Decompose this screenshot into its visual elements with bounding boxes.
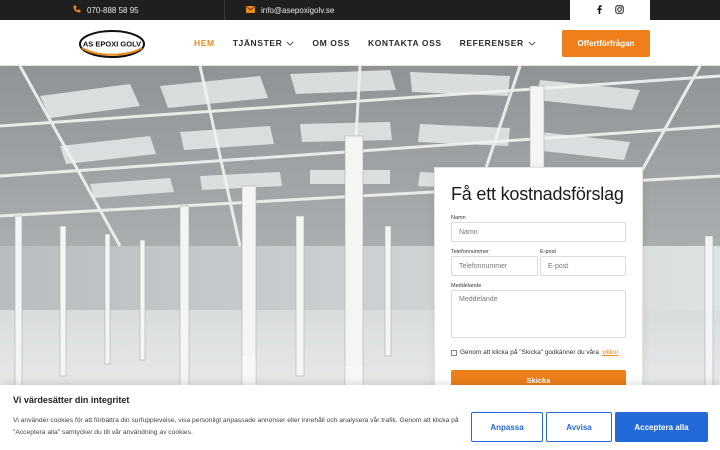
email-address[interactable]: info@asepoxigolv.se [261,6,334,15]
name-label: Namn [451,215,466,221]
quote-form-card: Få ett kostnadsförslag Namn Namn Telefon… [434,167,643,399]
nav-item-tjanster[interactable]: TJÄNSTER [233,38,295,48]
nav-links: HEM TJÄNSTER OM OSS KONTAKTA OSS REFEREN… [194,20,536,66]
email-label: E-post [540,249,556,255]
nav-item-referenser[interactable]: REFERENSER [460,38,536,48]
nav-item-om-oss[interactable]: OM OSS [312,38,350,48]
cookie-accept-button[interactable]: Acceptera alla [615,412,708,442]
email-contact[interactable]: info@asepoxigolv.se [246,0,334,20]
main-navigation: AS EPOXI GOLV HEM TJÄNSTER OM OSS KONTAK… [0,20,720,66]
nav-item-referenser-label: REFERENSER [459,38,524,48]
nav-item-kontakta-oss[interactable]: KONTAKTA OSS [368,38,442,48]
consent-checkbox[interactable] [451,349,457,356]
top-bar: 070-888 58 95 info@asepoxigolv.se [0,0,720,21]
cookie-title: Vi värdesätter din integritet [13,395,130,405]
site-logo[interactable]: AS EPOXI GOLV [78,28,146,60]
envelope-icon [246,5,255,15]
chevron-down-icon [286,41,294,46]
nav-item-tjanster-label: TJÄNSTER [232,38,283,48]
topbar-divider [224,0,225,20]
nav-item-hem[interactable]: HEM [194,38,215,48]
logo-text: AS EPOXI GOLV [83,40,141,49]
phone-input[interactable]: Telefonnummer [451,256,538,276]
phone-number[interactable]: 070-888 58 95 [87,6,139,15]
phone-icon [73,5,81,15]
facebook-icon[interactable] [596,5,603,16]
chevron-down-icon [528,41,536,46]
phone-label: Telefonnummer [451,249,489,255]
consent-row: Genom att klicka på "Skicka" godkänner d… [451,349,619,356]
terms-link[interactable]: villkor [602,349,619,356]
message-label: Meddelande [451,283,482,289]
message-textarea[interactable]: Meddelande [451,290,626,338]
social-links [570,0,650,21]
cookie-customize-button[interactable]: Anpassa [471,412,543,442]
quote-request-button[interactable]: Offertförfrågan [562,30,650,57]
phone-contact[interactable]: 070-888 58 95 [73,0,139,20]
form-title: Få ett kostnadsförslag [451,184,624,204]
instagram-icon[interactable] [615,5,624,16]
consent-text: Genom att klicka på "Skicka" godkänner d… [460,349,600,356]
cookie-text: Vi använder cookies för att förbättra di… [13,417,459,436]
name-input[interactable]: Namn [451,222,626,242]
cookie-banner: Vi värdesätter din integritet Vi använde… [0,385,720,450]
email-input[interactable]: E-post [540,256,626,276]
cookie-reject-button[interactable]: Avvisa [546,412,612,442]
